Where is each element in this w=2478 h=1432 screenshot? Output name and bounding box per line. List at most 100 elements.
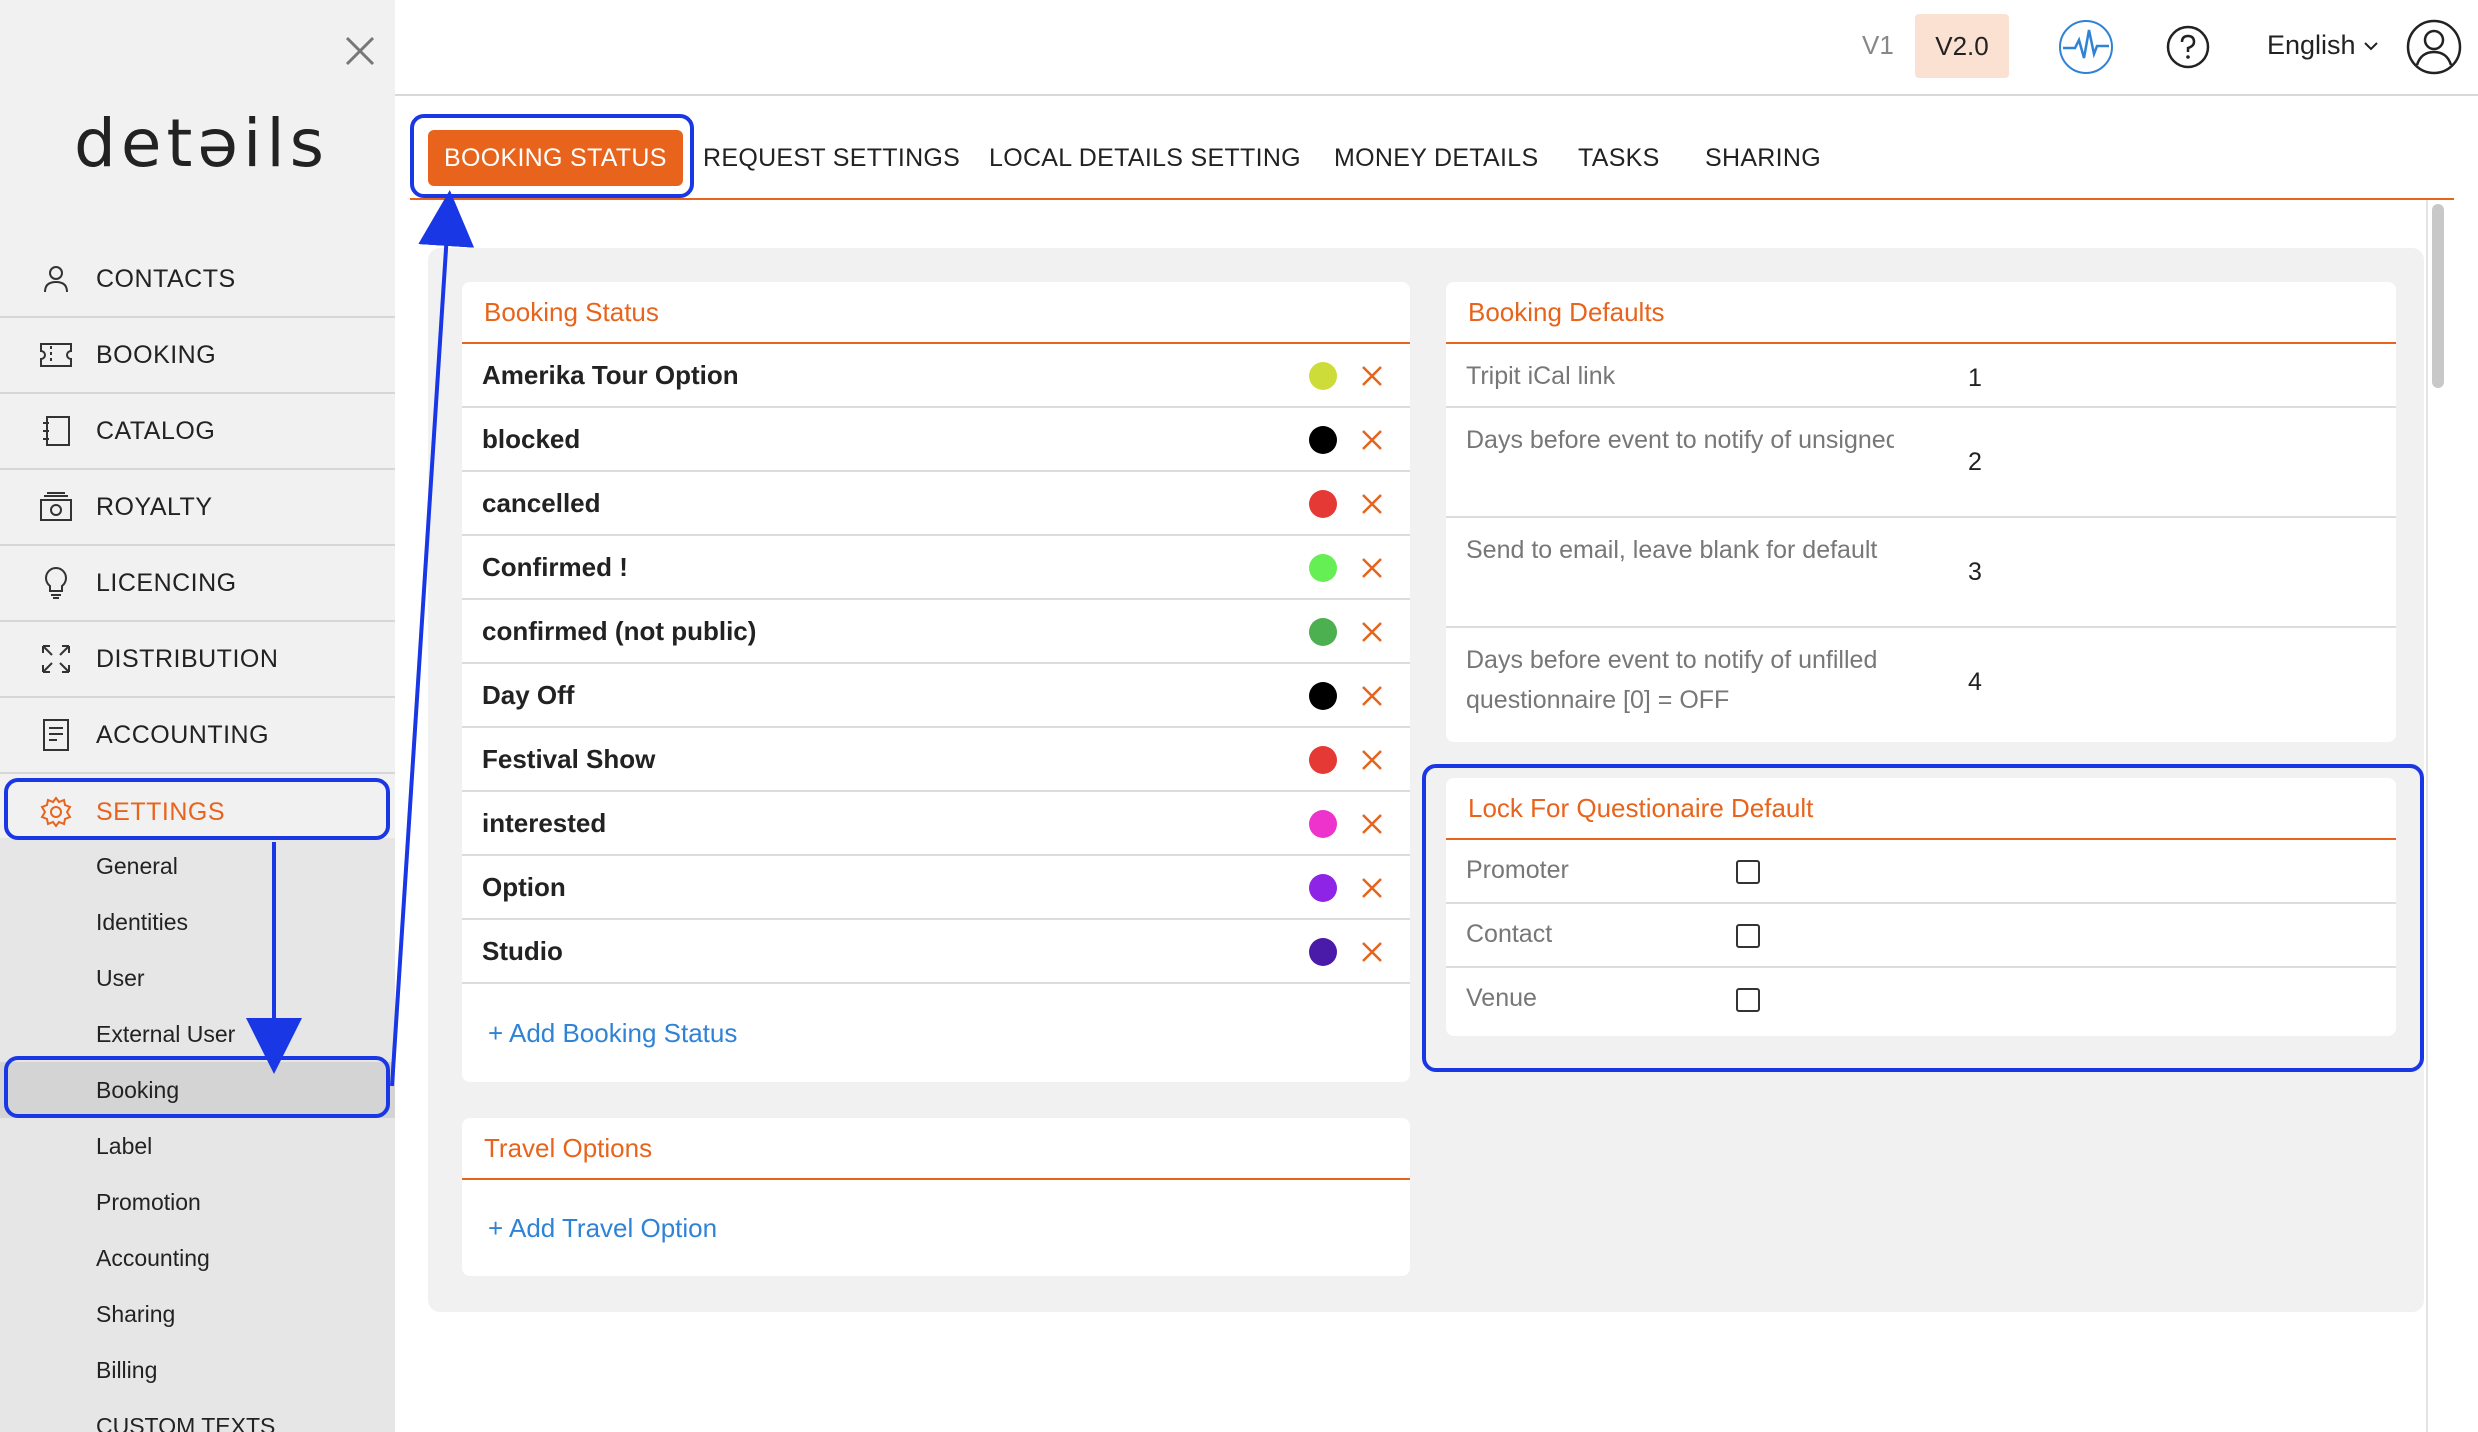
defaults-row-label: Tripit iCal link (1466, 362, 1616, 390)
document-icon (38, 717, 74, 753)
subnav-promotion[interactable]: Promotion (0, 1174, 395, 1230)
defaults-row-value[interactable]: 4 (1968, 668, 1982, 697)
money-icon (38, 489, 74, 525)
subnav-external-user[interactable]: External User (0, 1006, 395, 1062)
scrollbar-thumb[interactable] (2432, 204, 2444, 388)
card-title: Booking Status (462, 282, 1410, 344)
defaults-row-value[interactable]: 1 (1968, 364, 1982, 393)
delete-x-icon[interactable] (1360, 876, 1384, 900)
bulb-icon (38, 565, 74, 601)
status-color-swatch[interactable] (1309, 874, 1337, 902)
delete-x-icon[interactable] (1360, 940, 1384, 964)
defaults-row-label: Days before event to notify of unsigned (1466, 426, 1894, 454)
defaults-row-label: Days before event to notify of unfilled … (1466, 646, 1878, 714)
nav-label: LICENCING (96, 568, 237, 597)
close-icon[interactable] (343, 34, 377, 68)
expand-arrows-icon (38, 641, 74, 677)
language-select[interactable]: English (2267, 30, 2380, 61)
help-icon[interactable] (2165, 24, 2211, 70)
add-booking-status-link[interactable]: + Add Booking Status (462, 984, 1410, 1082)
status-color-swatch[interactable] (1309, 682, 1337, 710)
booking-status-row[interactable]: Day Off (462, 664, 1410, 728)
tab-local-details-setting[interactable]: LOCAL DETAILS SETTING (989, 130, 1301, 186)
activity-pulse-icon[interactable] (2057, 18, 2115, 76)
booking-status-name: blocked (482, 423, 581, 454)
defaults-row-value[interactable]: 3 (1968, 558, 1982, 587)
delete-x-icon[interactable] (1360, 684, 1384, 708)
subnav-identities[interactable]: Identities (0, 894, 395, 950)
subnav-accounting[interactable]: Accounting (0, 1230, 395, 1286)
add-travel-option-link[interactable]: + Add Travel Option (462, 1180, 1410, 1276)
status-color-swatch[interactable] (1309, 426, 1337, 454)
chevron-down-icon (2363, 41, 2378, 50)
status-color-swatch[interactable] (1309, 618, 1337, 646)
nav-item-licencing[interactable]: LICENCING (0, 546, 395, 622)
top-bar: V1 V2.0 English (395, 0, 2478, 96)
nav-item-catalog[interactable]: CATALOG (0, 394, 395, 470)
booking-status-row[interactable]: Studio (462, 920, 1410, 984)
status-color-swatch[interactable] (1309, 554, 1337, 582)
ticket-icon (38, 337, 74, 373)
card-title: Booking Defaults (1446, 282, 2396, 344)
nav-item-royalty[interactable]: ROYALTY (0, 470, 395, 546)
delete-x-icon[interactable] (1360, 812, 1384, 836)
version-v2-button[interactable]: V2.0 (1915, 14, 2009, 78)
subnav-custom-texts[interactable]: CUSTOM TEXTS (0, 1398, 395, 1432)
tab-request-settings[interactable]: REQUEST SETTINGS (703, 130, 960, 186)
nav-item-distribution[interactable]: DISTRIBUTION (0, 622, 395, 698)
nav-label: BOOKING (96, 340, 217, 369)
defaults-row: Tripit iCal link 1 (1446, 344, 2396, 408)
version-v1-button[interactable]: V1 (1862, 30, 1894, 61)
status-color-swatch[interactable] (1309, 810, 1337, 838)
language-label: English (2267, 30, 2356, 60)
user-avatar-icon[interactable] (2405, 18, 2463, 76)
scrollbar-track[interactable] (2426, 200, 2428, 1432)
nav-item-accounting[interactable]: ACCOUNTING (0, 698, 395, 774)
subnav-general[interactable]: General (0, 838, 395, 894)
settings-tabs: BOOKING STATUS REQUEST SETTINGS LOCAL DE… (410, 114, 2454, 200)
booking-status-row[interactable]: Festival Show (462, 728, 1410, 792)
status-color-swatch[interactable] (1309, 362, 1337, 390)
booking-defaults-card: Booking Defaults Tripit iCal link 1 Days… (1446, 282, 2396, 742)
subnav-billing[interactable]: Billing (0, 1342, 395, 1398)
booking-status-name: Festival Show (482, 743, 656, 774)
booking-status-name: confirmed (not public) (482, 615, 757, 646)
subnav-user[interactable]: User (0, 950, 395, 1006)
booking-status-row[interactable]: Option (462, 856, 1410, 920)
travel-options-card: Travel Options + Add Travel Option (462, 1118, 1410, 1276)
delete-x-icon[interactable] (1360, 364, 1384, 388)
nav-label: ACCOUNTING (96, 720, 270, 749)
booking-status-row[interactable]: Confirmed ! (462, 536, 1410, 600)
booking-status-row[interactable]: blocked (462, 408, 1410, 472)
subnav-label[interactable]: Label (0, 1118, 395, 1174)
delete-x-icon[interactable] (1360, 748, 1384, 772)
booking-status-row[interactable]: confirmed (not public) (462, 600, 1410, 664)
status-color-swatch[interactable] (1309, 490, 1337, 518)
booking-status-row[interactable]: Amerika Tour Option (462, 344, 1410, 408)
status-color-swatch[interactable] (1309, 746, 1337, 774)
booking-status-name: Option (482, 871, 566, 902)
delete-x-icon[interactable] (1360, 428, 1384, 452)
booking-status-row[interactable]: interested (462, 792, 1410, 856)
nav-label: CONTACTS (96, 264, 236, 293)
tab-money-details[interactable]: MONEY DETAILS (1334, 130, 1538, 186)
status-color-swatch[interactable] (1309, 938, 1337, 966)
delete-x-icon[interactable] (1360, 620, 1384, 644)
defaults-row-value[interactable]: 2 (1968, 448, 1982, 477)
delete-x-icon[interactable] (1360, 556, 1384, 580)
tab-sharing[interactable]: SHARING (1705, 130, 1821, 186)
tab-tasks[interactable]: TASKS (1578, 130, 1660, 186)
delete-x-icon[interactable] (1360, 492, 1384, 516)
booking-status-name: cancelled (482, 487, 601, 518)
app-logo: detəils (74, 105, 330, 182)
card-title: Travel Options (462, 1118, 1410, 1180)
catalog-icon (38, 413, 74, 449)
defaults-row-label: Send to email, leave blank for default (1466, 536, 1878, 564)
nav-item-contacts[interactable]: CONTACTS (0, 242, 395, 318)
defaults-row: Days before event to notify of unfilled … (1446, 628, 2396, 738)
subnav-sharing[interactable]: Sharing (0, 1286, 395, 1342)
annotation-highlight-settings (4, 778, 390, 840)
nav-item-booking[interactable]: BOOKING (0, 318, 395, 394)
booking-status-row[interactable]: cancelled (462, 472, 1410, 536)
annotation-highlight-lock-card (1422, 764, 2424, 1072)
